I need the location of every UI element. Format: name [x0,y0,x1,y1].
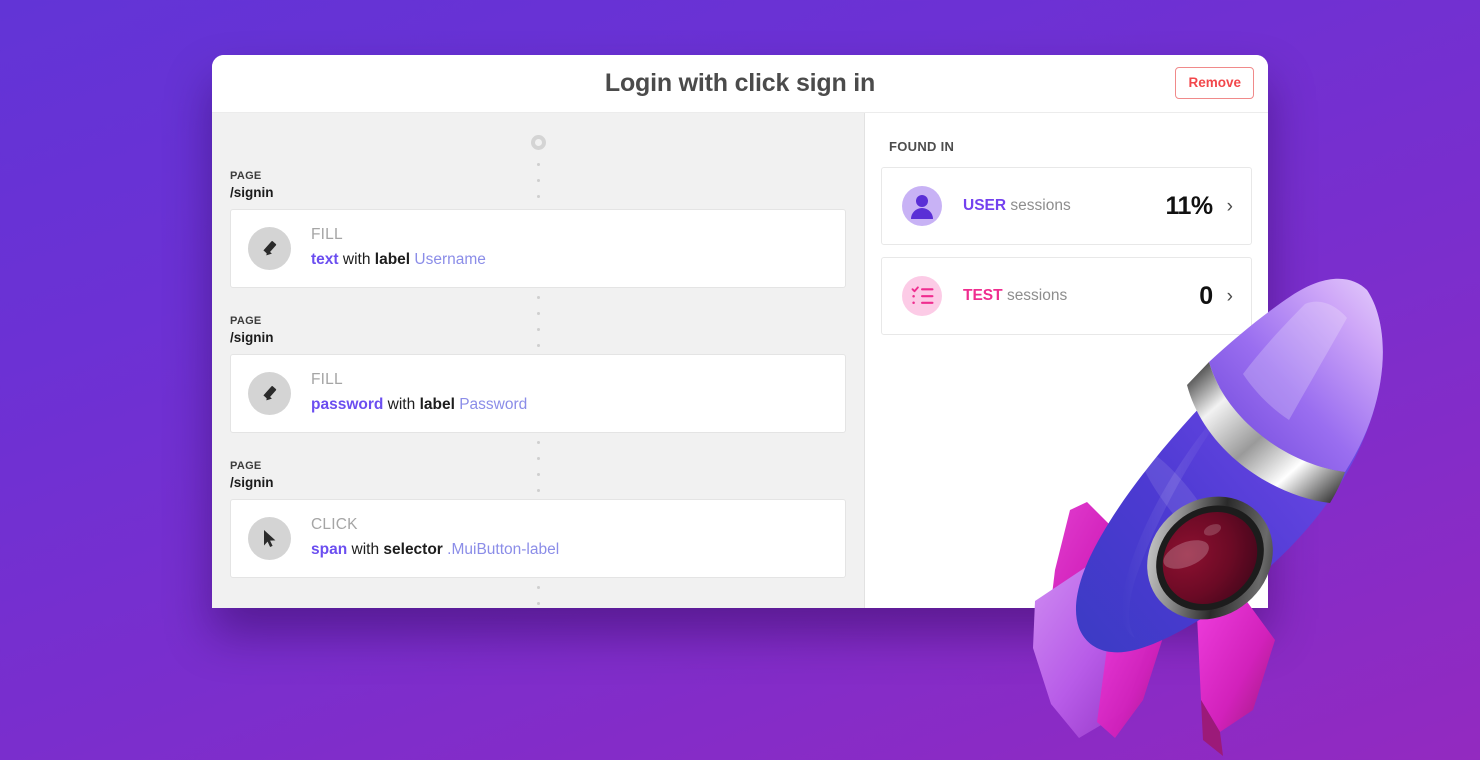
step-description: password with label Password [311,395,527,416]
step-action: FILL [311,226,343,244]
step-connector: with [351,541,380,559]
step-keyword: label [374,251,411,269]
step-keyword: label [419,396,455,414]
step-value: Username [414,251,486,269]
found-in-title: FOUND IN [889,139,955,154]
flow-connector-end [212,573,864,608]
step-description: text with label Username [311,250,486,271]
step-card[interactable]: CLICK span with selector .MuiButton-labe… [230,498,846,578]
step-target: password [311,396,384,414]
step-page-label: PAGE [230,315,262,327]
step-page-path: /signin [230,329,274,345]
step-connector: with [342,251,371,269]
steps-panel: PAGE /signin FILL text with label Userna… [212,113,865,608]
cursor-icon [248,516,291,560]
pencil-icon [248,371,291,415]
step-page-path: /signin [230,474,274,490]
session-kind: USER [963,197,1007,214]
step-card[interactable]: FILL text with label Username [230,208,846,288]
circle-ring-icon [530,135,546,150]
step-keyword: selector [383,541,443,559]
pencil-icon [248,226,291,270]
chevron-right-icon[interactable]: › [1227,197,1233,216]
step-target: span [311,541,348,559]
step-value: Password [459,396,528,414]
session-label-text: sessions [1010,197,1071,214]
step-action: FILL [311,371,343,389]
step-page-path: /signin [230,184,274,200]
window-header: Login with click sign in Remove [212,55,1268,113]
flow-step[interactable]: PAGE /signin CLICK span with selector .M… [230,459,846,578]
step-page-label: PAGE [230,170,262,182]
step-description: span with selector .MuiButton-label [311,540,559,561]
checklist-icon [902,276,942,316]
session-row-user[interactable]: USER sessions 11% › [881,167,1252,245]
flow-step[interactable]: PAGE /signin FILL password with label Pa… [230,314,846,433]
session-label: USER sessions [963,197,1071,215]
remove-button[interactable]: Remove [1175,67,1254,99]
person-icon [902,186,942,226]
session-value: 11% [1165,191,1214,220]
rocket-illustration [1033,278,1383,756]
step-card[interactable]: FILL password with label Password [230,353,846,433]
step-connector: with [387,396,416,414]
step-value: .MuiButton-label [447,541,560,559]
step-page-label: PAGE [230,460,262,472]
flow-step[interactable]: PAGE /signin FILL text with label Userna… [230,169,846,288]
page-title: Login with click sign in [604,69,876,97]
step-action: CLICK [311,516,358,534]
step-target: text [311,251,339,269]
